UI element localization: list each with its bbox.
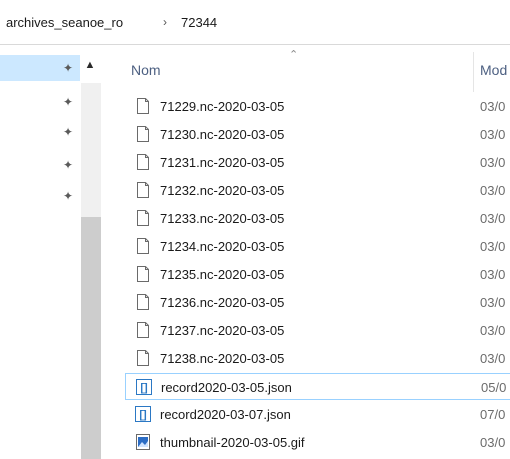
sort-ascending-icon: ⌃	[289, 49, 299, 61]
file-name: 71238.nc-2020-03-05	[160, 351, 285, 366]
file-modified-date: 03/0	[480, 183, 506, 198]
file-icon	[135, 97, 151, 115]
file-modified-date: 03/0	[480, 239, 506, 254]
file-modified-date: 03/0	[480, 351, 506, 366]
file-icon	[135, 349, 151, 367]
file-row[interactable]: [] record2020-03-05.json 05/0	[125, 373, 510, 400]
file-name: 71230.nc-2020-03-05	[160, 127, 285, 142]
file-name: record2020-03-07.json	[160, 407, 291, 422]
file-row[interactable]: 71234.nc-2020-03-05 03/0	[125, 233, 510, 260]
breadcrumb-item-72344[interactable]: 72344	[181, 15, 217, 30]
file-row[interactable]: thumbnail-2020-03-05.gif 03/0	[125, 429, 510, 456]
file-name: 71233.nc-2020-03-05	[160, 211, 285, 226]
file-icon	[135, 321, 151, 339]
pin-icon[interactable]: ✦	[61, 189, 75, 203]
breadcrumb: archives_seanoe_ro › 72344	[0, 0, 510, 44]
file-row[interactable]: 71229.nc-2020-03-05 03/0	[125, 93, 510, 120]
pin-icon[interactable]: ✦	[61, 158, 75, 172]
file-name: 71237.nc-2020-03-05	[160, 323, 285, 338]
file-name: record2020-03-05.json	[161, 380, 292, 395]
scroll-up-icon[interactable]: ▲	[83, 58, 97, 72]
file-modified-date: 03/0	[480, 99, 506, 114]
file-name: 71236.nc-2020-03-05	[160, 295, 285, 310]
column-header-name[interactable]: Nom	[131, 62, 161, 78]
pin-icon[interactable]: ✦	[61, 125, 75, 139]
file-name: thumbnail-2020-03-05.gif	[160, 435, 305, 450]
file-modified-date: 03/0	[480, 323, 506, 338]
file-name: 71235.nc-2020-03-05	[160, 267, 285, 282]
file-modified-date: 07/0	[480, 407, 506, 422]
file-row[interactable]: 71237.nc-2020-03-05 03/0	[125, 317, 510, 344]
file-modified-date: 03/0	[480, 155, 506, 170]
file-icon	[135, 293, 151, 311]
json-file-icon: []	[136, 378, 152, 396]
file-row[interactable]: 71238.nc-2020-03-05 03/0	[125, 345, 510, 372]
file-name: 71231.nc-2020-03-05	[160, 155, 285, 170]
file-icon	[135, 209, 151, 227]
file-list: ⌃ Nom Mod 71229.nc-2020-03-05 03/0 71230.n…	[102, 45, 510, 459]
column-header-modified[interactable]: Mod	[480, 62, 507, 78]
image-file-icon	[135, 433, 151, 451]
pin-icon[interactable]: ✦	[61, 95, 75, 109]
file-row[interactable]: 71232.nc-2020-03-05 03/0	[125, 177, 510, 204]
file-row[interactable]: 71231.nc-2020-03-05 03/0	[125, 149, 510, 176]
file-row[interactable]: 71235.nc-2020-03-05 03/0	[125, 261, 510, 288]
file-name: 71234.nc-2020-03-05	[160, 239, 285, 254]
file-row[interactable]: [] record2020-03-07.json 07/0	[125, 401, 510, 428]
file-icon	[135, 125, 151, 143]
file-icon	[135, 265, 151, 283]
breadcrumb-item-archives[interactable]: archives_seanoe_ro	[6, 15, 123, 30]
file-modified-date: 03/0	[480, 267, 506, 282]
file-row[interactable]: 71233.nc-2020-03-05 03/0	[125, 205, 510, 232]
file-name: 71229.nc-2020-03-05	[160, 99, 285, 114]
pin-icon[interactable]: ✦	[61, 61, 75, 75]
file-name: 71232.nc-2020-03-05	[160, 183, 285, 198]
breadcrumb-separator-icon[interactable]: ›	[163, 15, 167, 29]
file-icon	[135, 237, 151, 255]
column-divider[interactable]	[473, 52, 474, 92]
navigation-pane: ✦ ✦ ✦ ✦ ✦ ▲	[0, 52, 102, 459]
svg-text:[]: []	[139, 409, 147, 421]
file-modified-date: 03/0	[480, 435, 506, 450]
json-file-icon: []	[135, 405, 151, 423]
file-row[interactable]: 71230.nc-2020-03-05 03/0	[125, 121, 510, 148]
svg-text:[]: []	[140, 382, 148, 394]
file-modified-date: 03/0	[480, 211, 506, 226]
file-icon	[135, 153, 151, 171]
file-modified-date: 03/0	[480, 127, 506, 142]
file-icon	[135, 181, 151, 199]
nav-scrollbar-thumb[interactable]	[81, 217, 101, 459]
file-modified-date: 03/0	[480, 295, 506, 310]
file-row[interactable]: 71236.nc-2020-03-05 03/0	[125, 289, 510, 316]
file-modified-date: 05/0	[481, 380, 507, 395]
